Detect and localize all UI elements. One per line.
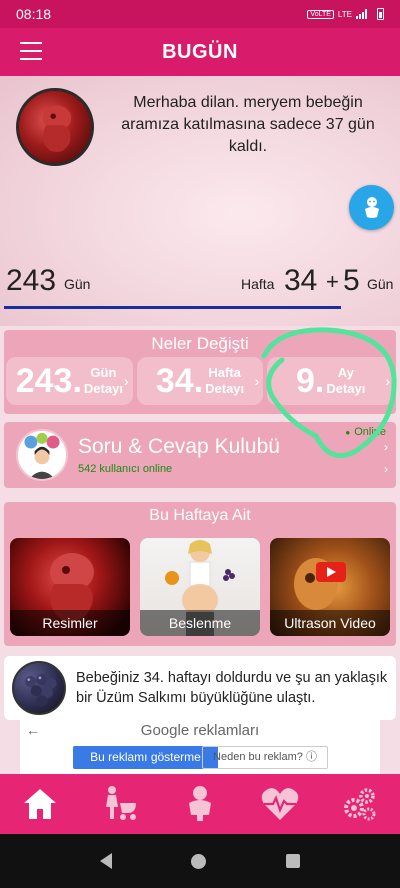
week-label: Hafta <box>241 276 275 292</box>
home-icon <box>24 789 56 819</box>
progress-fill <box>4 306 342 309</box>
status-time: 08:18 <box>16 6 52 22</box>
extra-days-label: Gün <box>367 276 394 292</box>
bottom-navigation <box>0 774 400 834</box>
day-detail-number: 243. <box>15 361 82 400</box>
google-logo: Google <box>140 722 190 739</box>
plus-sign: + <box>326 269 339 294</box>
chevron-right-icon: › <box>384 440 388 454</box>
system-home-icon[interactable] <box>191 853 207 869</box>
fetus-avatar <box>16 88 94 166</box>
ultrasound-video-tile[interactable]: Ultrason Video <box>270 538 390 636</box>
baby-profile-button[interactable] <box>349 185 394 230</box>
lte-label: LTE <box>337 9 352 19</box>
club-avatar <box>16 429 68 481</box>
chevron-right-icon: › <box>124 373 129 389</box>
this-week-title: Bu Haftaya Ait <box>149 507 251 524</box>
volte-badge: VoLTE <box>307 9 334 19</box>
nutrition-label: Beslenme <box>140 610 260 636</box>
app-bar: BUGÜN <box>0 28 400 76</box>
pictures-tile[interactable]: Resimler <box>10 538 130 636</box>
mother-stroller-icon <box>106 786 136 820</box>
status-bar: 08:18 VoLTE LTE <box>0 0 400 28</box>
nav-settings[interactable] <box>330 779 390 829</box>
day-detail-sub: Detayı <box>83 381 123 396</box>
chevron-right-icon: › <box>384 462 388 476</box>
club-online-count: 542 kullanıcı online <box>78 463 173 475</box>
neler-degisti-card: Neler Değişti 243. Gün Detayı › 34. Hafta… <box>4 330 396 414</box>
gears-icon <box>344 788 376 821</box>
nav-health[interactable] <box>250 779 310 829</box>
nutrition-tile[interactable]: Beslenme <box>140 538 260 636</box>
baby-icon <box>189 786 211 821</box>
system-navigation <box>0 834 400 888</box>
chevron-right-icon: › <box>385 373 391 389</box>
day-detail-label: Gün <box>90 365 117 380</box>
nav-mother[interactable] <box>90 779 150 829</box>
system-recents-icon[interactable] <box>286 854 301 868</box>
nav-home[interactable] <box>10 779 70 829</box>
pictures-label: Resimler <box>10 610 130 636</box>
heart-pulse-icon <box>261 788 299 820</box>
month-detail-button[interactable]: 9. Ay Detayı › <box>267 357 395 405</box>
week-detail-label: Hafta <box>208 365 241 380</box>
hero-section: Merhaba dilan. meryem bebeğin aramıza ka… <box>0 76 400 326</box>
nav-baby[interactable] <box>170 779 230 829</box>
system-back-icon[interactable] <box>99 853 112 869</box>
grape-image <box>12 661 66 715</box>
days-count: 243 <box>6 264 57 297</box>
baby-icon <box>364 196 379 218</box>
ads-label: reklamları <box>193 722 260 739</box>
online-status: Online <box>345 426 386 438</box>
week-detail-number: 34. <box>155 361 204 400</box>
club-title: Soru & Cevap Kulubü <box>78 435 280 458</box>
question-club-card[interactable]: Soru & Cevap Kulubü 542 kullanıcı online… <box>4 422 396 488</box>
greeting-text: Merhaba dilan. meryem bebeğin aramıza ka… <box>121 94 375 155</box>
this-week-card: Bu Haftaya Ait Resimler Beslenme Ultraso… <box>4 502 396 646</box>
week-count: 34 <box>284 264 318 297</box>
days-label: Gün <box>64 276 91 292</box>
hamburger-menu-icon[interactable] <box>20 42 42 60</box>
status-icons: VoLTE LTE <box>307 8 384 20</box>
day-detail-button[interactable]: 243. Gün Detayı › <box>6 357 133 405</box>
why-ad-button[interactable]: Neden bu reklam? ⓘ <box>202 746 328 769</box>
baby-size-text: Bebeğiniz 34. haftayı doldurdu ve şu an … <box>76 670 388 706</box>
stop-ad-button[interactable]: Bu reklamı gösterme <box>73 746 218 769</box>
ultrasound-video-label: Ultrason Video <box>270 610 390 636</box>
neler-degisti-title: Neler Değişti <box>151 334 249 353</box>
month-detail-sub: Detayı <box>326 381 366 396</box>
pregnancy-counter: 243 Gün Hafta 34 + 5 Gün <box>0 264 400 297</box>
chevron-right-icon: › <box>254 373 260 389</box>
battery-icon <box>377 8 384 20</box>
baby-size-card[interactable]: Bebeğiniz 34. haftayı doldurdu ve şu an … <box>4 656 396 720</box>
extra-days-count: 5 <box>343 264 360 297</box>
page-title: BUGÜN <box>162 40 238 63</box>
pregnancy-progress-bar <box>4 306 396 309</box>
signal-icon <box>356 9 367 19</box>
month-detail-label: Ay <box>337 365 354 380</box>
week-detail-button[interactable]: 34. Hafta Detayı › <box>136 357 264 405</box>
week-detail-sub: Detayı <box>205 381 245 396</box>
month-detail-number: 9. <box>295 361 325 400</box>
ad-banner: ← Google reklamları Bu reklamı gösterme … <box>20 720 380 774</box>
